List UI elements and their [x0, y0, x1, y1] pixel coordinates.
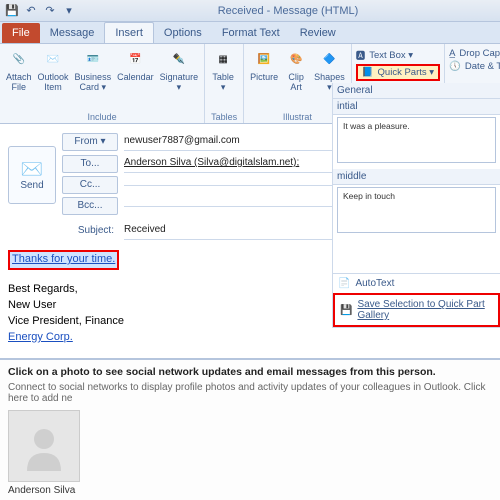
redo-icon[interactable]: ↷ [42, 3, 58, 19]
textbox-button[interactable]: 🅰Text Box ▾ [356, 48, 440, 62]
qp-item-initial[interactable]: It was a pleasure. [337, 117, 496, 163]
tab-options[interactable]: Options [154, 23, 212, 43]
quickparts-icon: 📘 [362, 67, 374, 78]
cc-button[interactable]: Cc... [62, 176, 118, 194]
calendar-icon: 📅 [123, 47, 147, 71]
group-label-include: Include [6, 110, 198, 122]
pen-icon: ✒️ [167, 47, 191, 71]
envelope-icon: ✉️ [41, 47, 65, 71]
title-bar: 💾 ↶ ↷ ▾ Received - Message (HTML) [0, 0, 500, 22]
send-button[interactable]: ✉️ Send [8, 146, 56, 204]
calendar-button[interactable]: 📅Calendar [117, 47, 154, 93]
group-tables: ▦Table▾ Tables [205, 44, 244, 123]
clipart-button[interactable]: 🎨ClipArt [284, 47, 308, 93]
qp-category-middle: middle [333, 169, 500, 185]
datetime-button[interactable]: 🕔Date & Time [449, 61, 500, 72]
save-selection-menu[interactable]: 💾Save Selection to Quick Part Gallery [333, 293, 500, 327]
quick-parts-pane: General intial It was a pleasure. middle… [332, 83, 500, 328]
dropcap-button[interactable]: A̲Drop Cap ▾ [449, 48, 500, 59]
picture-icon: 🖼️ [252, 47, 276, 71]
tab-review[interactable]: Review [290, 23, 346, 43]
contact-name: Anderson Silva [8, 485, 492, 496]
shapes-icon: 🔷 [317, 47, 341, 71]
subject-label: Subject: [62, 225, 118, 236]
picture-button[interactable]: 🖼️Picture [250, 47, 278, 93]
textbox-icon: 🅰 [356, 48, 366, 62]
signature-line-4[interactable]: Energy Corp. [8, 330, 492, 346]
people-pane-hint: Click on a photo to see social network u… [8, 366, 492, 378]
autotext-icon: 📄 [338, 278, 350, 289]
selected-text[interactable]: Thanks for your time. [8, 250, 119, 270]
signature-button[interactable]: ✒️Signature▾ [160, 47, 199, 93]
group-label-illus: Illustrat [250, 110, 345, 122]
undo-icon[interactable]: ↶ [23, 3, 39, 19]
ribbon-tabs: File Message Insert Options Format Text … [0, 22, 500, 44]
group-include: 📎AttachFile ✉️OutlookItem 🪪BusinessCard … [0, 44, 205, 123]
bcc-button[interactable]: Bcc... [62, 197, 118, 215]
from-button[interactable]: From ▾ [62, 133, 118, 151]
qp-item-middle[interactable]: Keep in touch [337, 187, 496, 233]
business-card-button[interactable]: 🪪BusinessCard ▾ [75, 47, 112, 93]
paperclip-icon: 📎 [7, 47, 31, 71]
table-icon: ▦ [211, 47, 235, 71]
tab-message[interactable]: Message [40, 23, 105, 43]
contact-avatar[interactable] [8, 410, 80, 482]
attach-file-button[interactable]: 📎AttachFile [6, 47, 32, 93]
outlook-item-button[interactable]: ✉️OutlookItem [38, 47, 69, 93]
clipart-icon: 🎨 [284, 47, 308, 71]
person-silhouette-icon [19, 421, 69, 471]
save-icon[interactable]: 💾 [4, 3, 20, 19]
qp-category-initial: intial [333, 99, 500, 115]
tab-file[interactable]: File [2, 23, 40, 43]
people-pane: Click on a photo to see social network u… [0, 358, 500, 500]
quick-parts-button[interactable]: 📘Quick Parts ▾ [356, 64, 440, 81]
window-title: Received - Message (HTML) [80, 5, 496, 17]
tab-insert[interactable]: Insert [104, 22, 154, 43]
qat-dropdown-icon[interactable]: ▾ [61, 3, 77, 19]
save-selection-icon: 💾 [340, 305, 352, 316]
tab-format-text[interactable]: Format Text [212, 23, 290, 43]
to-button[interactable]: To... [62, 155, 118, 173]
autotext-menu[interactable]: 📄AutoText [333, 274, 500, 293]
qp-category-general: General [333, 83, 500, 99]
clock-icon: 🕔 [449, 61, 461, 72]
send-icon: ✉️ [21, 159, 43, 180]
people-pane-subtext[interactable]: Connect to social networks to display pr… [8, 382, 492, 404]
dropcap-icon: A̲ [449, 48, 455, 59]
table-button[interactable]: ▦Table▾ [211, 47, 235, 93]
group-label-tables: Tables [211, 110, 237, 122]
card-icon: 🪪 [81, 47, 105, 71]
